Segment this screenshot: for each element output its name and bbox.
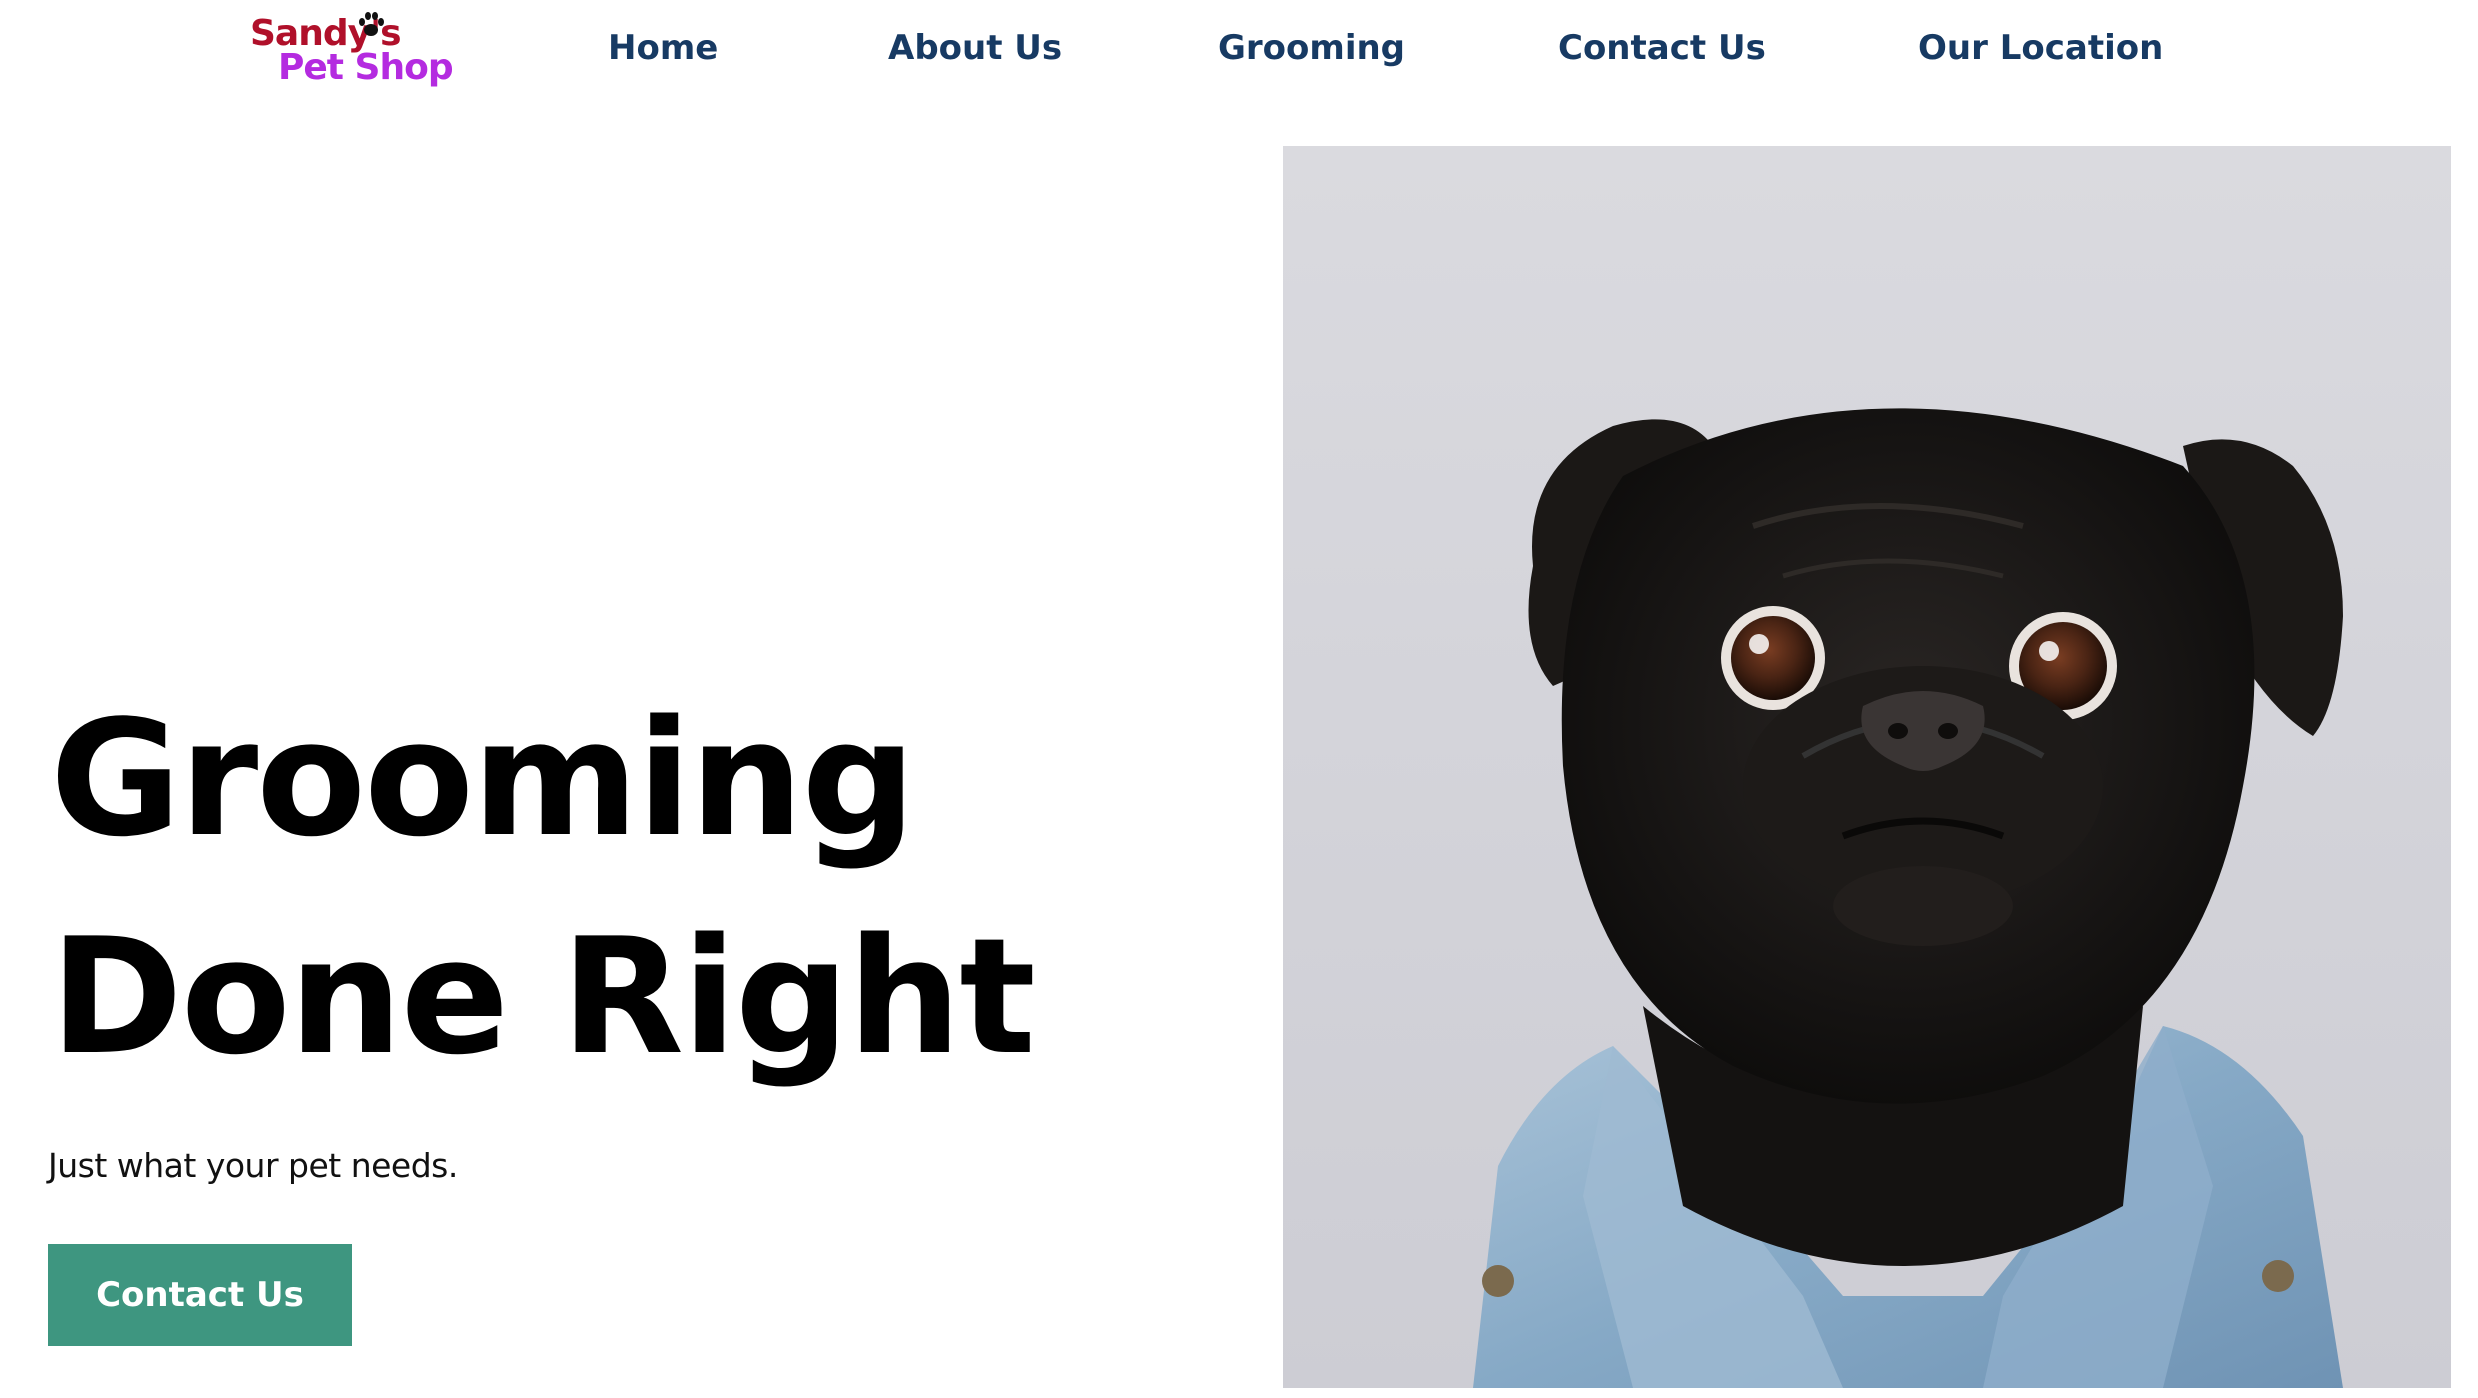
hero-subtitle: Just what your pet needs. bbox=[48, 1146, 458, 1185]
contact-us-button[interactable]: Contact Us bbox=[48, 1244, 352, 1346]
main-nav: Home About Us Grooming Contact Us Our Lo… bbox=[0, 20, 2478, 76]
hero-title-line1: Grooming bbox=[50, 685, 916, 872]
nav-about-us-link[interactable]: About Us bbox=[888, 20, 1062, 76]
nav-contact-us-link[interactable]: Contact Us bbox=[1558, 20, 1766, 76]
pug-illustration bbox=[1473, 408, 2343, 1388]
nav-our-location-link[interactable]: Our Location bbox=[1918, 20, 2163, 76]
nav-grooming-link[interactable]: Grooming bbox=[1218, 20, 1405, 76]
nav-home-link[interactable]: Home bbox=[608, 20, 718, 76]
hero-title-line2: Done Right bbox=[50, 903, 1036, 1090]
hero-title: Grooming Done Right bbox=[50, 670, 1230, 1106]
hero-pug-image bbox=[1283, 146, 2451, 1388]
